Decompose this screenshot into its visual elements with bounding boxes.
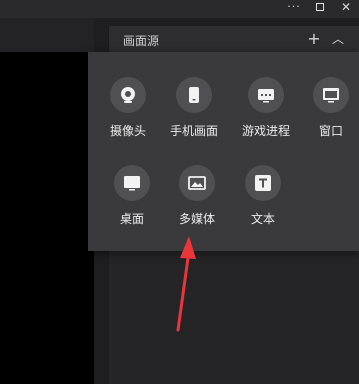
text-icon	[245, 165, 281, 201]
add-source-menu: 摄像头 手机画面 游戏进程 窗口 桌面 多媒体 文本	[88, 52, 359, 251]
menu-item-media[interactable]: 多媒体	[165, 165, 229, 239]
menu-item-label: 文本	[250, 212, 275, 226]
game-icon	[248, 77, 284, 113]
menu-item-camera[interactable]: 摄像头	[96, 77, 160, 151]
close-icon: ✕	[340, 0, 352, 14]
menu-item-label: 窗口	[318, 124, 343, 138]
desktop-icon	[114, 165, 150, 201]
collapse-button[interactable]: ︿	[330, 31, 346, 47]
preview-area	[0, 52, 94, 384]
menu-item-game[interactable]: 游戏进程	[234, 77, 298, 151]
sources-title: 画面源	[123, 34, 160, 48]
menu-item-label: 多媒体	[178, 212, 215, 226]
more-icon: ···	[287, 0, 301, 13]
menu-item-label: 游戏进程	[241, 124, 290, 138]
image-icon	[179, 165, 215, 201]
more-options-button[interactable]: ···	[281, 0, 307, 14]
menu-item-text[interactable]: 文本	[231, 165, 295, 239]
maximize-icon	[316, 3, 324, 11]
maximize-button[interactable]	[307, 0, 333, 14]
camera-icon	[110, 77, 146, 113]
window-icon	[313, 77, 349, 113]
close-button[interactable]: ✕	[333, 0, 359, 14]
menu-item-label: 桌面	[119, 212, 144, 226]
add-source-button[interactable]: +	[306, 31, 322, 47]
sources-list-area	[109, 253, 359, 384]
menu-item-window[interactable]: 窗口	[299, 77, 359, 151]
menu-item-label: 摄像头	[109, 124, 146, 138]
menu-item-phone[interactable]: 手机画面	[162, 77, 226, 151]
menu-item-label: 手机画面	[169, 124, 218, 138]
menu-item-desktop[interactable]: 桌面	[100, 165, 164, 239]
window-controls: ··· ✕	[281, 0, 359, 14]
phone-icon	[176, 77, 212, 113]
app-title-bar: ··· ✕	[0, 0, 359, 18]
